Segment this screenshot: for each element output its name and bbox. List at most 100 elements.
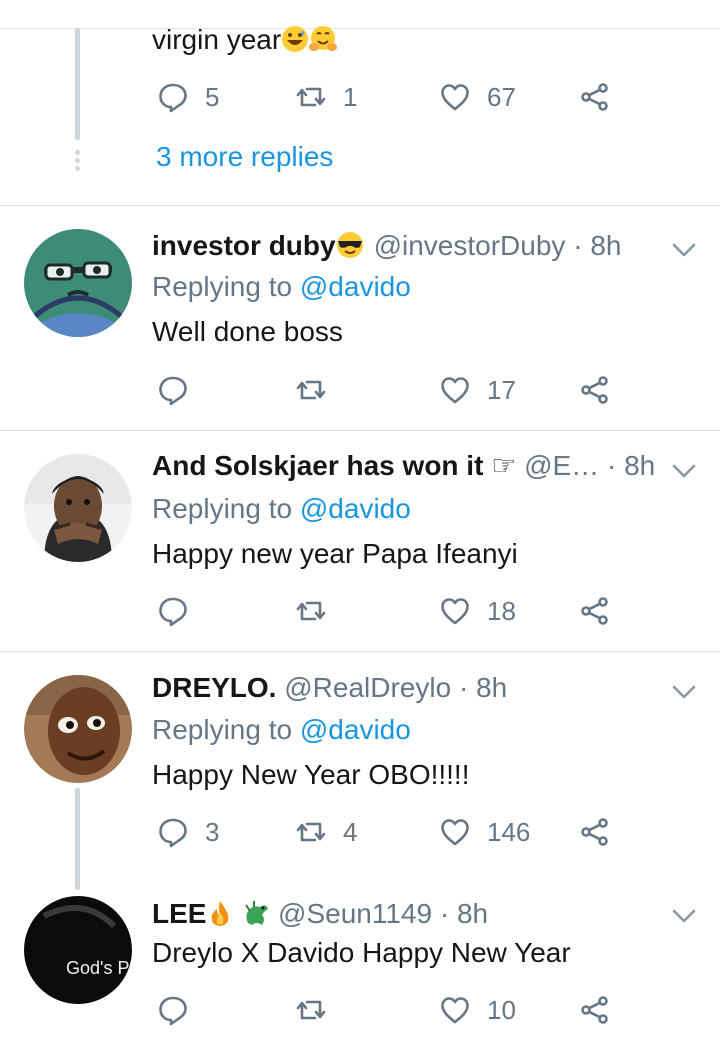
heart-icon — [441, 84, 469, 111]
tweet[interactable]: DREYLO. @RealDreylo · 8h Replying to @da… — [0, 652, 720, 890]
heart-icon — [441, 997, 469, 1024]
retweet-icon — [296, 87, 326, 107]
reply-icon — [159, 996, 187, 1026]
avatar-image — [24, 454, 132, 562]
display-name[interactable]: DREYLO. — [152, 672, 276, 703]
heart-icon — [441, 598, 469, 625]
replying-to-handle[interactable]: @davido — [300, 271, 411, 302]
tweet-header: DREYLO. @RealDreylo · 8h — [152, 671, 507, 705]
user-handle[interactable]: @investorDuby — [374, 230, 566, 261]
reply-button[interactable] — [157, 370, 205, 410]
hugging-face-emoji — [309, 26, 338, 51]
like-button[interactable]: 10 — [439, 990, 516, 1030]
display-name[interactable]: LEE — [152, 898, 206, 929]
timestamp[interactable]: · 8h — [440, 898, 488, 929]
retweet-icon — [296, 380, 326, 400]
like-count: 67 — [487, 81, 516, 112]
tweet-header: investor duby @investorDuby · 8h — [152, 229, 621, 263]
dragon-emoji — [245, 901, 269, 925]
tweet-header: And Solskjaer has won it ☞ @E… · 8h — [152, 449, 655, 483]
reply-icon — [159, 376, 187, 406]
sunglasses-emoji — [336, 232, 363, 258]
tweet-text: Happy New Year OBO!!!!! — [152, 759, 470, 790]
retweet-button[interactable] — [295, 990, 343, 1030]
like-count: 146 — [487, 816, 531, 847]
action-bar: 3 4 146 — [152, 812, 632, 852]
like-count: 18 — [487, 595, 516, 626]
action-bar: 5 1 67 — [152, 77, 632, 117]
timestamp[interactable]: · 8h — [573, 230, 621, 261]
reply-button[interactable]: 3 — [157, 812, 219, 852]
thread-dot — [75, 166, 80, 171]
thread-dot — [75, 158, 80, 163]
tweet-text: Dreylo X Davido Happy New Year — [152, 937, 571, 968]
thread-dot — [75, 150, 80, 155]
like-button[interactable]: 67 — [439, 77, 516, 117]
avatar-image: God's Plan — [24, 896, 132, 1004]
like-button[interactable]: 146 — [439, 812, 530, 852]
share-button[interactable] — [579, 990, 611, 1030]
more-replies-link[interactable]: 3 more replies — [156, 140, 333, 174]
share-button[interactable] — [579, 812, 611, 852]
avatar[interactable] — [24, 454, 132, 562]
share-button[interactable] — [579, 591, 611, 631]
like-button[interactable]: 18 — [439, 591, 516, 631]
action-bar: 18 — [152, 591, 632, 631]
reply-icon — [159, 818, 187, 848]
tweet[interactable]: God's Plan LEE @Seun1149 · 8h Dreylo X D… — [0, 890, 720, 1046]
replying-to: Replying to @davido — [152, 493, 411, 524]
chevron-down-icon[interactable] — [672, 242, 696, 258]
chevron-down-icon[interactable] — [672, 684, 696, 700]
user-handle[interactable]: @E… — [524, 450, 599, 481]
share-button[interactable] — [579, 370, 611, 410]
tweet[interactable]: And Solskjaer has won it ☞ @E… · 8h Repl… — [0, 431, 720, 651]
like-count: 17 — [487, 374, 516, 405]
retweet-icon — [296, 822, 326, 842]
retweet-icon — [296, 1000, 326, 1020]
retweet-button[interactable] — [295, 370, 343, 410]
chevron-down-icon[interactable] — [672, 908, 696, 924]
share-icon — [581, 818, 608, 846]
grinning-sweat-emoji — [282, 26, 309, 52]
action-bar: 10 — [152, 990, 632, 1030]
replying-to-handle[interactable]: @davido — [300, 493, 411, 524]
replying-to: Replying to @davido — [152, 271, 411, 302]
retweet-button[interactable] — [295, 591, 343, 631]
tweet-text: Well done boss — [152, 316, 343, 347]
display-name[interactable]: investor duby — [152, 230, 336, 261]
like-count: 10 — [487, 994, 516, 1025]
display-name[interactable]: And Solskjaer has won it — [152, 450, 483, 481]
fire-emoji — [212, 901, 229, 926]
timestamp[interactable]: · 8h — [607, 450, 655, 481]
timestamp[interactable]: · 8h — [459, 672, 507, 703]
tweet-text: virgin year — [152, 23, 338, 57]
share-button[interactable] — [579, 77, 611, 117]
thread-line — [75, 788, 80, 890]
user-handle[interactable]: @RealDreylo — [284, 672, 451, 703]
like-button[interactable]: 17 — [439, 370, 516, 410]
share-icon — [581, 376, 608, 404]
reply-button[interactable] — [157, 591, 205, 631]
reply-button[interactable]: 5 — [157, 77, 219, 117]
previous-tweet-fragment[interactable]: virgin year 5 1 67 3 more replies — [0, 0, 720, 205]
reply-button[interactable] — [157, 990, 205, 1030]
retweet-count: 4 — [343, 816, 358, 847]
retweet-button[interactable]: 1 — [295, 77, 357, 117]
avatar[interactable]: God's Plan — [24, 896, 132, 1004]
heart-icon — [441, 819, 469, 846]
avatar-image — [24, 229, 132, 337]
replying-to-handle[interactable]: @davido — [300, 714, 411, 745]
reply-count: 3 — [205, 816, 220, 847]
share-icon — [581, 996, 608, 1024]
avatar[interactable] — [24, 675, 132, 783]
replying-to: Replying to @davido — [152, 714, 411, 745]
avatar-caption: God's Plan — [66, 958, 132, 978]
retweet-button[interactable]: 4 — [295, 812, 357, 852]
reply-count: 5 — [205, 81, 220, 112]
chevron-down-icon[interactable] — [672, 463, 696, 479]
user-handle[interactable]: @Seun1149 — [278, 898, 432, 929]
avatar[interactable] — [24, 229, 132, 337]
pointing-hand-icon: ☞ — [491, 450, 517, 481]
tweet[interactable]: investor duby @investorDuby · 8h Replying… — [0, 206, 720, 430]
avatar-image — [24, 675, 132, 783]
